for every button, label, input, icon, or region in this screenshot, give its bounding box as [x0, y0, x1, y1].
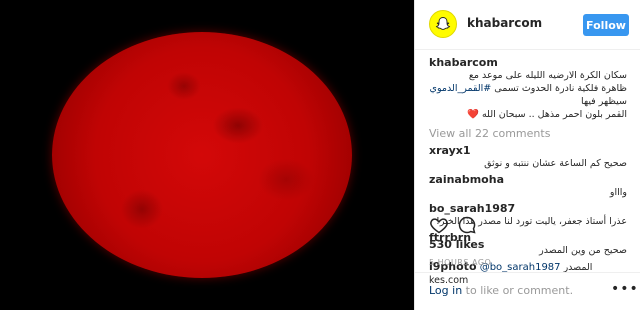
snapchat-ghost-icon[interactable] — [429, 10, 457, 38]
likes-count[interactable]: 530 likes — [429, 238, 484, 251]
comment-bubble-icon[interactable] — [457, 215, 479, 237]
post-sidebar: khabarcom Follow khabarcom سكان الكرة ال… — [414, 0, 640, 310]
post-header: khabarcom Follow — [415, 0, 640, 50]
caption-username[interactable]: khabarcom — [429, 56, 627, 69]
username[interactable]: khabarcom — [467, 16, 542, 30]
caption: khabarcom سكان الكرة الارضيه الليله على … — [429, 56, 627, 121]
comment-username[interactable]: zainabmoha — [429, 173, 627, 186]
more-options-icon[interactable]: ••• — [611, 281, 639, 297]
comments-section: khabarcom سكان الكرة الارضيه الليله على … — [415, 56, 640, 290]
instagram-post: khabarcom Follow khabarcom سكان الكرة ال… — [0, 0, 640, 310]
follow-button[interactable]: Follow — [583, 14, 629, 36]
post-footer: Log in to like or comment. ••• — [415, 272, 640, 310]
red-moon-image — [52, 32, 352, 278]
login-link[interactable]: Log in — [429, 284, 462, 297]
hashtag-link[interactable]: #القمر_الدموي — [430, 83, 492, 94]
caption-line-2: ظاهرة فلكية نادرة الحدوث تسمى #القمر_الد… — [429, 82, 627, 108]
caption-text-a: ظاهرة فلكية نادرة الحدوث تسمى — [491, 83, 627, 94]
comment-item: zainabmoha واااو — [429, 173, 627, 199]
action-bar — [429, 215, 629, 237]
login-prompt-text: to like or comment. — [462, 284, 574, 297]
view-all-comments-link[interactable]: View all 22 comments — [429, 127, 627, 140]
comment-username[interactable]: xrayx1 — [429, 144, 627, 157]
comment-text: واااو — [609, 187, 627, 198]
caption-line-1: سكان الكرة الارضيه الليله على موعد مع — [468, 70, 627, 81]
login-prompt: Log in to like or comment. — [429, 284, 573, 297]
comment-item: xrayx1 صحيح كم الساعة عشان ننتبه و نوثق — [429, 144, 627, 170]
comment-username[interactable]: bo_sarah1987 — [429, 202, 627, 215]
heart-icon[interactable] — [429, 215, 451, 237]
post-timestamp: 5 HOURS AGO — [429, 258, 492, 267]
post-image[interactable] — [0, 0, 414, 310]
caption-text-b: سيظهر فيها — [581, 96, 627, 107]
caption-line-3: القمر بلون احمر مذهل .. سبحان الله ❤️ — [467, 109, 627, 120]
comment-text: صحيح كم الساعة عشان ننتبه و نوثق — [484, 158, 627, 169]
